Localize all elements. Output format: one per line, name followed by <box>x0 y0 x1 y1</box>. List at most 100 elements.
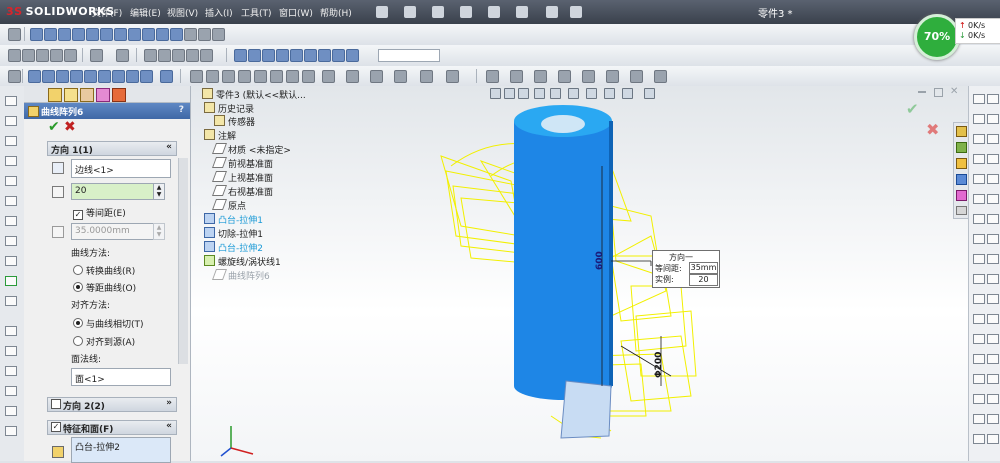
previous-view-icon[interactable] <box>518 88 529 99</box>
help-button[interactable]: ? <box>179 105 184 115</box>
strip-tool-icon[interactable] <box>5 176 17 186</box>
more-tools-icon[interactable] <box>654 70 667 83</box>
snap-icon[interactable] <box>8 70 21 83</box>
strip-tool-icon[interactable] <box>973 274 985 284</box>
curve-method-transform-radio[interactable]: 转换曲线(R) <box>73 264 135 277</box>
strip-tool-icon[interactable] <box>987 394 999 404</box>
strip-tool-icon[interactable] <box>973 314 985 324</box>
tree-item-cut-extrude1[interactable]: 切除-拉伸1 <box>204 227 263 240</box>
pointer-icon[interactable] <box>90 49 103 62</box>
strip-tool-icon[interactable] <box>987 374 999 384</box>
convert-entities-icon[interactable] <box>370 70 383 83</box>
strip-tool-icon[interactable] <box>5 326 17 336</box>
menu-help[interactable]: 帮助(H) <box>320 6 352 19</box>
std-view-left-icon[interactable] <box>262 49 275 62</box>
appearances-icon[interactable] <box>956 190 967 201</box>
strip-tool-icon[interactable] <box>987 214 999 224</box>
restore-icon[interactable] <box>934 88 943 97</box>
pm-scrollbar[interactable] <box>178 158 188 364</box>
sketch-fillet-icon[interactable] <box>270 70 283 83</box>
sweep-cut-icon[interactable] <box>112 70 125 83</box>
instances-spinner[interactable]: ▲ ▼ <box>153 183 165 200</box>
perspective-icon[interactable] <box>198 28 211 41</box>
print-icon[interactable] <box>460 6 472 18</box>
open-icon[interactable] <box>404 6 416 18</box>
face-normal-field[interactable]: 面<1> <box>71 368 171 386</box>
strip-tool-icon[interactable] <box>5 196 17 206</box>
strip-tool-icon[interactable] <box>987 154 999 164</box>
align-tangent-radio[interactable]: 与曲线相切(T) <box>73 317 144 330</box>
wireframe-icon[interactable] <box>128 28 141 41</box>
strip-tool-icon[interactable] <box>973 94 985 104</box>
save-doc-icon[interactable] <box>36 49 49 62</box>
shadow-icon[interactable] <box>184 28 197 41</box>
tree-item-boss-extrude1[interactable]: 凸台-拉伸1 <box>204 213 263 226</box>
extrude-cut-icon[interactable] <box>84 70 97 83</box>
callout-spacing-value[interactable]: 35mm <box>689 262 718 274</box>
features-group-header[interactable]: ✓ 特征和面(F) « <box>47 420 177 435</box>
linear-pattern-icon[interactable] <box>446 70 459 83</box>
strip-tool-icon[interactable] <box>973 374 985 384</box>
shaded-sketch-icon[interactable] <box>630 70 643 83</box>
sketch-spline-icon[interactable] <box>254 70 267 83</box>
features-list[interactable]: 凸台-拉伸2 <box>71 437 171 463</box>
trim-icon[interactable] <box>346 70 359 83</box>
display-icon[interactable] <box>112 88 126 102</box>
feature-manager-icon[interactable] <box>48 88 62 102</box>
strip-tool-icon[interactable] <box>973 334 985 344</box>
strip-tool-icon[interactable] <box>5 156 17 166</box>
strip-tool-icon[interactable] <box>987 414 999 424</box>
strip-tool-icon[interactable] <box>987 334 999 344</box>
tree-item-top-plane[interactable]: 上视基准面 <box>211 171 273 184</box>
rebuild-icon[interactable] <box>546 6 558 18</box>
reference-geometry-icon[interactable] <box>160 70 173 83</box>
dimxpert-icon[interactable] <box>96 88 110 102</box>
display-relations-icon[interactable] <box>510 70 523 83</box>
sketch-rect-icon[interactable] <box>206 70 219 83</box>
open-doc-icon[interactable] <box>22 49 35 62</box>
shaded-edges-icon[interactable] <box>170 28 183 41</box>
strip-tool-icon[interactable] <box>5 256 17 266</box>
section-view-icon[interactable] <box>534 88 545 99</box>
collapse-icon[interactable]: « <box>166 142 172 152</box>
shaded-icon[interactable] <box>156 28 169 41</box>
loft-boss-icon[interactable] <box>70 70 83 83</box>
strip-tool-icon[interactable] <box>987 294 999 304</box>
property-manager-icon[interactable] <box>64 88 78 102</box>
tree-item-material[interactable]: 材质 <未指定> <box>211 143 291 156</box>
curve-method-offset-radio[interactable]: 等距曲线(O) <box>73 281 136 294</box>
std-view-front-icon[interactable] <box>234 49 247 62</box>
resources-icon[interactable] <box>956 126 967 137</box>
line-color-icon[interactable] <box>158 49 171 62</box>
layer-icon[interactable] <box>144 49 157 62</box>
sketch-circle-icon[interactable] <box>222 70 235 83</box>
align-source-radio[interactable]: 对齐到源(A) <box>73 335 135 348</box>
line-style-icon[interactable] <box>172 49 185 62</box>
network-speed-gauge[interactable]: 70% <box>914 14 960 60</box>
feature-list-item[interactable]: 凸台-拉伸2 <box>75 440 120 453</box>
cancel-button[interactable]: ✖ <box>64 119 76 135</box>
save-icon[interactable] <box>432 6 444 18</box>
strip-tool-icon[interactable] <box>5 346 17 356</box>
zoom-area-icon[interactable] <box>44 28 57 41</box>
display-style-icon[interactable] <box>114 28 127 41</box>
select-icon[interactable] <box>516 6 528 18</box>
sweep-boss-icon[interactable] <box>56 70 69 83</box>
direction-arrow-icon[interactable] <box>52 162 64 174</box>
zoom-area-icon[interactable] <box>504 88 515 99</box>
menu-edit[interactable]: 编辑(E) <box>130 6 161 19</box>
strip-tool-icon[interactable] <box>973 394 985 404</box>
tree-item-origin[interactable]: 原点 <box>211 199 246 212</box>
std-view-dimetric-icon[interactable] <box>332 49 345 62</box>
print-doc-icon[interactable] <box>50 49 63 62</box>
menu-tools[interactable]: 工具(T) <box>241 6 272 19</box>
smart-dimension-icon[interactable] <box>322 70 335 83</box>
tree-item-boss-extrude2[interactable]: 凸台-拉伸2 <box>204 241 263 254</box>
strip-tool-icon[interactable] <box>987 94 999 104</box>
strip-tool-icon[interactable] <box>973 434 985 444</box>
strip-tool-icon[interactable] <box>973 234 985 244</box>
sketch-text-icon[interactable] <box>302 70 315 83</box>
strip-tool-icon[interactable] <box>987 194 999 204</box>
rapid-sketch-icon[interactable] <box>582 70 595 83</box>
std-view-normal-icon[interactable] <box>318 49 331 62</box>
